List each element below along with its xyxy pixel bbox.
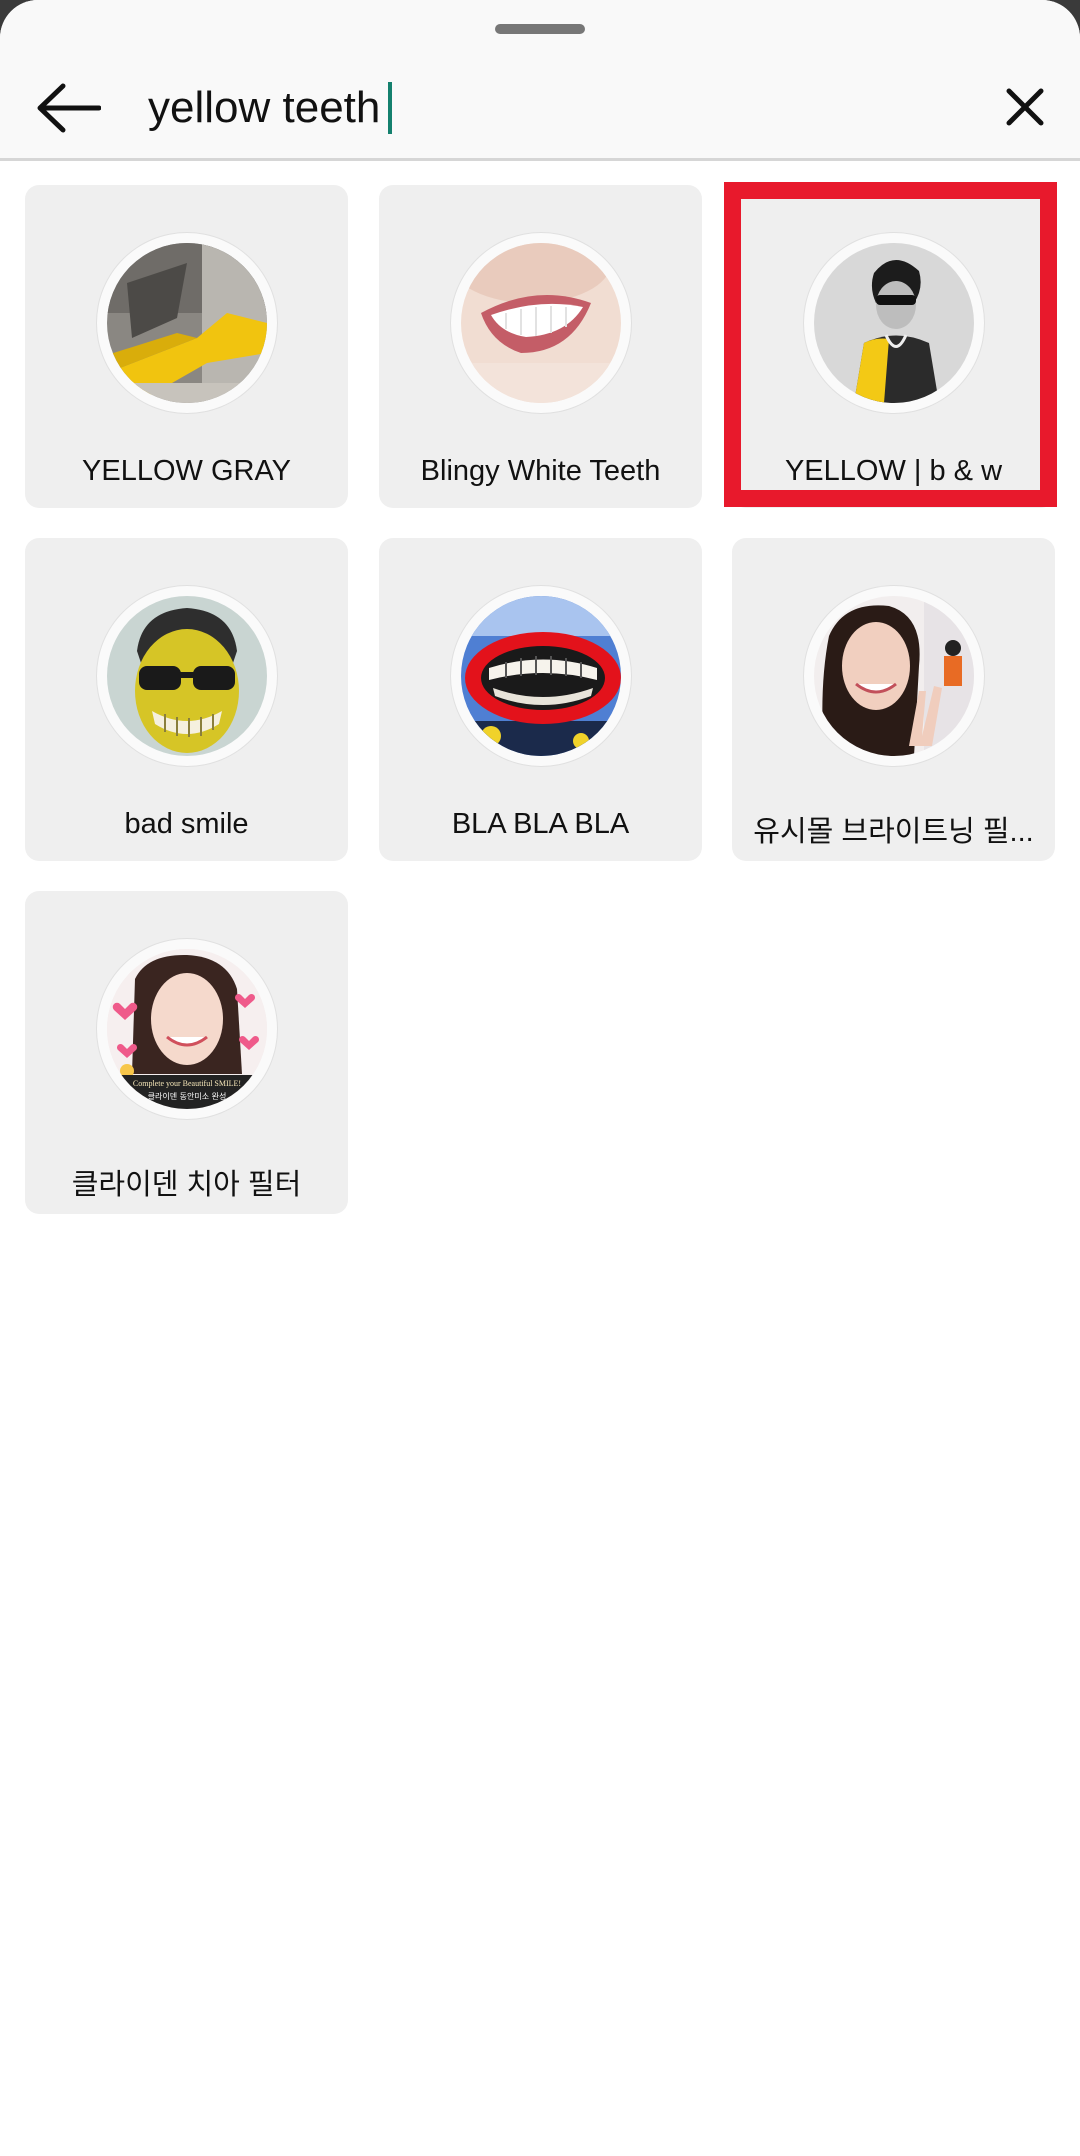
search-field[interactable]: yellow teeth bbox=[148, 70, 968, 146]
effect-label: bad smile bbox=[124, 808, 249, 840]
effect-card[interactable]: YELLOW | b & w bbox=[732, 185, 1055, 508]
effect-card[interactable]: 유시몰 브라이트닝 필... bbox=[732, 538, 1055, 861]
effect-label: 클라이덴 치아 필터 bbox=[71, 1169, 302, 1201]
effect-thumbnail bbox=[97, 586, 277, 766]
effect-thumbnail bbox=[451, 586, 631, 766]
effect-thumbnail: Complete your Beautiful SMILE! 클라이덴 동안미소… bbox=[97, 939, 277, 1119]
effect-card[interactable]: Complete your Beautiful SMILE! 클라이덴 동안미소… bbox=[25, 891, 348, 1214]
effect-label: BLA BLA BLA bbox=[451, 808, 630, 840]
woman-peace-image bbox=[814, 596, 974, 756]
effect-label: YELLOW GRAY bbox=[82, 455, 291, 487]
effect-thumbnail bbox=[97, 233, 277, 413]
effects-search-sheet: yellow teeth YELLOW GRAY Blingy White Te… bbox=[0, 0, 1080, 2156]
close-icon bbox=[1006, 88, 1044, 126]
back-button[interactable] bbox=[30, 70, 106, 146]
arrow-left-icon bbox=[37, 83, 101, 133]
effect-label: Blingy White Teeth bbox=[420, 455, 661, 487]
effect-card[interactable]: Blingy White Teeth bbox=[379, 185, 702, 508]
search-input[interactable]: yellow teeth bbox=[148, 83, 380, 133]
smiling-mouth-image bbox=[461, 243, 621, 403]
effect-label: 유시몰 브라이트닝 필... bbox=[753, 816, 1034, 848]
staircase-image bbox=[107, 243, 267, 403]
text-caret bbox=[388, 82, 393, 134]
effect-card[interactable]: bad smile bbox=[25, 538, 348, 861]
effect-card[interactable]: BLA BLA BLA bbox=[379, 538, 702, 861]
thumb-caption-kr: 클라이덴 동안미소 완성 bbox=[147, 1092, 227, 1101]
effect-card[interactable]: YELLOW GRAY bbox=[25, 185, 348, 508]
bw-person-image bbox=[814, 243, 974, 403]
yellow-face-image bbox=[107, 596, 267, 756]
effect-thumbnail bbox=[804, 233, 984, 413]
search-header: yellow teeth bbox=[0, 0, 1080, 161]
effect-thumbnail bbox=[804, 586, 984, 766]
effect-label: YELLOW | b & w bbox=[784, 455, 1003, 487]
clear-search-button[interactable] bbox=[990, 72, 1060, 142]
drag-handle[interactable] bbox=[495, 24, 585, 34]
effect-thumbnail bbox=[451, 233, 631, 413]
thumb-caption: Complete your Beautiful SMILE! bbox=[132, 1079, 242, 1088]
red-lips-image bbox=[461, 596, 621, 756]
